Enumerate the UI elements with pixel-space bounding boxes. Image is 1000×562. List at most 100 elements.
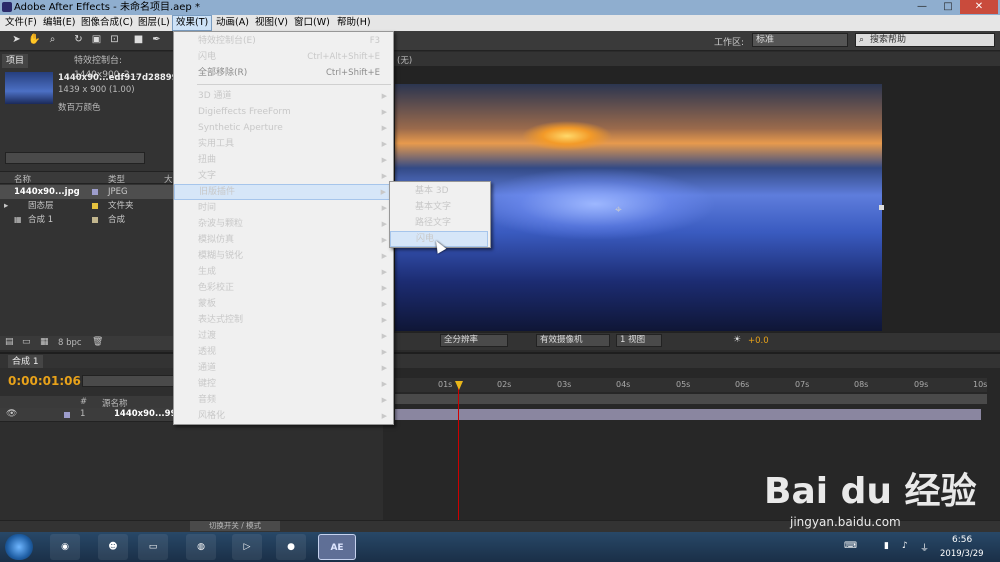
help-search-input[interactable]: 搜索帮助 <box>855 33 995 47</box>
transform-handle[interactable] <box>879 205 884 210</box>
views-select[interactable]: 1 视图 <box>616 334 662 347</box>
tray-network-icon[interactable]: ⏚ <box>920 541 929 554</box>
submenu-item-path-text[interactable]: 路径文字 <box>390 215 488 231</box>
menu-composition[interactable]: 图像合成(C) <box>78 15 136 31</box>
effect-menu-item-label: 蒙板 <box>198 299 217 309</box>
effect-menu-item[interactable]: 全部移除(R) Ctrl+Shift+E <box>174 65 393 81</box>
selection-tool-icon[interactable]: ➤ <box>10 33 23 46</box>
exposure-value[interactable]: +0.0 <box>748 336 769 346</box>
rectangle-tool-icon[interactable]: ■ <box>132 33 145 46</box>
effect-menu-item[interactable]: 过渡 ▶ <box>174 328 393 344</box>
project-row[interactable]: ▦ 合成 1 合成 <box>0 213 175 227</box>
clock-time[interactable]: 6:56 <box>952 535 972 545</box>
tray-keyboard-icon[interactable]: ⌨ <box>844 541 857 551</box>
menu-help[interactable]: 帮助(H) <box>334 15 374 31</box>
menu-animation[interactable]: 动画(A) <box>213 15 252 31</box>
menu-layer[interactable]: 图层(L) <box>135 15 173 31</box>
workspace-select[interactable]: 标准 <box>752 33 848 47</box>
project-row[interactable]: ▸ 固态层 文件夹 <box>0 199 175 213</box>
effect-menu-item[interactable]: 3D 通道 ▶ <box>174 88 393 104</box>
effect-menu-item[interactable]: 文字 ▶ <box>174 168 393 184</box>
tab-comp-1[interactable]: 合成 1 <box>8 355 43 369</box>
rotate-tool-icon[interactable]: ↻ <box>72 33 85 46</box>
new-comp-icon[interactable]: ▦ <box>40 337 49 347</box>
playhead-handle[interactable] <box>455 381 463 390</box>
playhead-line[interactable] <box>458 384 459 520</box>
effect-menu-item[interactable]: 蒙板 ▶ <box>174 296 393 312</box>
qq-icon[interactable]: ☻ <box>98 534 128 560</box>
effect-menu-item[interactable]: 通道 ▶ <box>174 360 393 376</box>
effect-menu-item[interactable]: 杂波与颗粒 ▶ <box>174 216 393 232</box>
tray-battery-icon[interactable]: ▮ <box>884 541 889 551</box>
menu-edit[interactable]: 编辑(E) <box>40 15 78 31</box>
firefox-icon[interactable]: ◍ <box>186 534 216 560</box>
record-icon[interactable]: ● <box>276 534 306 560</box>
exposure-icon[interactable]: ☀ <box>733 335 741 345</box>
tab-effect-controls[interactable]: 特效控制台: 1440x900_2... <box>70 54 175 80</box>
bpc-toggle[interactable]: 8 bpc <box>58 338 82 348</box>
clock-date[interactable]: 2019/3/29 <box>940 549 984 559</box>
menu-effect[interactable]: 效果(T) <box>172 15 213 31</box>
submenu-item-basic-3d[interactable]: 基本 3D <box>390 183 488 199</box>
viewer-tab-label[interactable]: (无) <box>397 54 412 66</box>
minimize-button[interactable]: — <box>910 0 934 14</box>
timecode-display[interactable]: 0:00:01:06 <box>8 374 81 388</box>
effect-menu-item[interactable]: 音频 ▶ <box>174 392 393 408</box>
effect-menu-item[interactable]: 旧版插件 ▶ <box>174 184 393 200</box>
effect-menu-item[interactable]: 风格化 ▶ <box>174 408 393 424</box>
effect-menu-item[interactable]: 闪电 Ctrl+Alt+Shift+E <box>174 49 393 65</box>
resolution-select[interactable]: 全分辨率 <box>440 334 508 347</box>
effect-menu-item[interactable]: 时间 ▶ <box>174 200 393 216</box>
after-effects-task[interactable]: AE <box>318 534 356 560</box>
row-name: 固态层 <box>28 201 54 211</box>
effect-menu-item[interactable]: 实用工具 ▶ <box>174 136 393 152</box>
camera-select[interactable]: 有效摄像机 <box>536 334 610 347</box>
browser-360-icon[interactable]: ◉ <box>50 534 80 560</box>
tab-project[interactable]: 项目 <box>2 54 29 68</box>
media-app-icon[interactable]: ▷ <box>232 534 262 560</box>
effect-menu-item[interactable]: 特效控制台(E) F3 <box>174 33 393 49</box>
pen-tool-icon[interactable]: ✒ <box>150 33 163 46</box>
effect-menu-item[interactable]: Synthetic Aperture ▶ <box>174 120 393 136</box>
effect-menu-item[interactable]: 生成 ▶ <box>174 264 393 280</box>
effect-menu-item[interactable]: Digieffects FreeForm ▶ <box>174 104 393 120</box>
pan-behind-tool-icon[interactable]: ⊡ <box>108 33 121 46</box>
hand-tool-icon[interactable]: ✋ <box>28 33 41 46</box>
trash-icon[interactable]: 🗑 <box>92 337 103 347</box>
start-button[interactable] <box>5 534 33 560</box>
submenu-item-basic-text[interactable]: 基本文字 <box>390 199 488 215</box>
menu-view[interactable]: 视图(V) <box>252 15 291 31</box>
interpret-footage-icon[interactable]: ▤ <box>5 337 14 347</box>
effect-menu-item[interactable]: 模拟仿真 ▶ <box>174 232 393 248</box>
col-name[interactable]: 名称 <box>14 173 31 185</box>
window-title-bar: Adobe After Effects - 未命名项目.aep * <box>0 0 1000 15</box>
effect-menu-item[interactable]: 色彩校正 ▶ <box>174 280 393 296</box>
timeline-search-input[interactable] <box>82 375 182 387</box>
visibility-eye-icon[interactable]: 👁 <box>6 409 17 419</box>
tray-volume-icon[interactable]: ♪ <box>902 541 908 551</box>
work-area-bar[interactable] <box>395 394 987 404</box>
time-ruler[interactable] <box>395 378 987 392</box>
toggle-switches-modes-button[interactable]: 切换开关 / 模式 <box>190 521 280 531</box>
effect-menu-item[interactable]: 表达式控制 ▶ <box>174 312 393 328</box>
menu-window[interactable]: 窗口(W) <box>291 15 333 31</box>
col-size[interactable]: 大 <box>164 173 173 185</box>
menu-file[interactable]: 文件(F) <box>2 15 40 31</box>
effect-menu-item[interactable]: 键控 ▶ <box>174 376 393 392</box>
effect-menu-item-label: 表达式控制 <box>198 315 244 325</box>
submenu-arrow-icon: ▶ <box>381 220 387 228</box>
effect-menu-item[interactable]: 模糊与锐化 ▶ <box>174 248 393 264</box>
zoom-tool-icon[interactable]: ⌕ <box>46 33 59 46</box>
effect-menu-item[interactable]: 透视 ▶ <box>174 344 393 360</box>
camera-tool-icon[interactable]: ▣ <box>90 33 103 46</box>
anchor-point-icon[interactable]: ⌖ <box>615 202 622 217</box>
close-button[interactable]: ✕ <box>960 0 998 14</box>
new-folder-icon[interactable]: ▭ <box>22 337 31 347</box>
project-row[interactable]: 1440x90...jpg JPEG <box>0 185 175 199</box>
maximize-button[interactable]: □ <box>936 0 960 14</box>
effect-menu-item[interactable]: 扭曲 ▶ <box>174 152 393 168</box>
col-type[interactable]: 类型 <box>108 173 125 185</box>
layer-duration-bar[interactable] <box>395 409 981 420</box>
file-explorer-icon[interactable]: ▭ <box>138 534 168 560</box>
project-search-input[interactable] <box>5 152 145 164</box>
